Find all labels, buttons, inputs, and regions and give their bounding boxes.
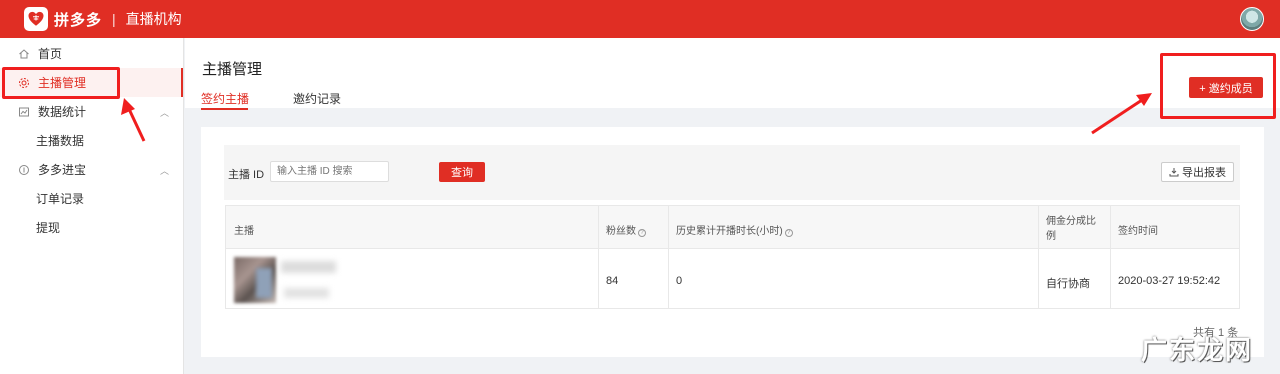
sidebar-item-label: 多多进宝 bbox=[38, 163, 87, 177]
user-avatar[interactable] bbox=[1240, 7, 1264, 31]
header-commission: 佣金分成比例 bbox=[1046, 216, 1096, 242]
chart-icon bbox=[18, 106, 30, 118]
help-icon[interactable]: ? bbox=[784, 229, 793, 237]
brand-subtitle: 直播机构 bbox=[125, 11, 182, 27]
help-icon[interactable]: ? bbox=[638, 229, 646, 237]
cell-fans: 84 bbox=[606, 275, 619, 287]
anchor-name-blurred bbox=[281, 261, 336, 273]
chevron-up-icon: ︿ bbox=[159, 166, 169, 176]
header-live-hours-label: 历史累计开播时长(小时) bbox=[676, 226, 783, 237]
sidebar-item-duoduo-jinbao[interactable]: 多多进宝 ︿ bbox=[0, 155, 183, 184]
coin-icon bbox=[18, 164, 30, 176]
top-bar: 拼多多 | 直播机构 bbox=[0, 0, 1280, 38]
sidebar-item-label: 数据统计 bbox=[38, 105, 87, 119]
sidebar-item-home[interactable]: 首页 bbox=[0, 39, 183, 68]
sidebar-item-anchor-data[interactable]: 主播数据 bbox=[0, 126, 183, 155]
column-divider bbox=[598, 206, 599, 308]
sidebar-item-statistics[interactable]: 数据统计 ︿ bbox=[0, 97, 183, 126]
sidebar-item-withdraw[interactable]: 提现 bbox=[0, 213, 183, 242]
chevron-up-icon: ︿ bbox=[159, 108, 169, 118]
sidebar-item-label: 提现 bbox=[36, 221, 61, 235]
header-live-hours: 历史累计开播时长(小时)? bbox=[676, 222, 793, 237]
sidebar-item-label: 订单记录 bbox=[36, 192, 85, 206]
tab-invite-records[interactable]: 邀约记录 bbox=[293, 90, 341, 107]
page-title: 主播管理 bbox=[202, 61, 263, 78]
highlight-box-sidebar bbox=[2, 67, 120, 99]
export-report-button[interactable]: 导出报表 bbox=[1161, 162, 1234, 182]
anchor-avatar-blurred bbox=[256, 268, 272, 298]
sidebar-item-label: 主播数据 bbox=[36, 134, 85, 148]
tab-signed-anchors[interactable]: 签约主播 bbox=[201, 90, 249, 107]
query-button[interactable]: 查询 bbox=[439, 162, 485, 182]
header-anchor: 主播 bbox=[234, 226, 254, 237]
brand-name: 拼多多 bbox=[54, 11, 103, 29]
export-report-label: 导出报表 bbox=[1182, 167, 1226, 179]
anchor-id-label: 主播 ID bbox=[228, 169, 265, 181]
sidebar-item-order-records[interactable]: 订单记录 bbox=[0, 184, 183, 213]
home-icon bbox=[18, 48, 30, 60]
main-header: 主播管理 签约主播 邀约记录 bbox=[185, 38, 1280, 110]
logo[interactable] bbox=[24, 7, 48, 31]
anchor-id-search-input[interactable] bbox=[270, 161, 389, 182]
anchor-id-blurred bbox=[284, 288, 329, 298]
cell-commission: 自行协商 bbox=[1046, 278, 1090, 290]
brand-separator: | bbox=[112, 11, 116, 27]
heart-logo-icon bbox=[28, 11, 44, 26]
download-icon bbox=[1169, 168, 1179, 177]
column-divider bbox=[1038, 206, 1039, 308]
column-divider bbox=[1110, 206, 1111, 308]
header-fans-label: 粉丝数 bbox=[606, 226, 636, 237]
cell-live-hours: 0 bbox=[676, 275, 683, 287]
header-signed-time: 签约时间 bbox=[1118, 226, 1158, 237]
column-divider bbox=[668, 206, 669, 308]
header-fans: 粉丝数? bbox=[606, 222, 646, 237]
anchor-table: 主播 粉丝数? 历史累计开播时长(小时)? 佣金分成比例 签约时间 84 0 自… bbox=[225, 205, 1240, 309]
cell-signed-time: 2020-03-27 19:52:42 bbox=[1118, 275, 1221, 287]
active-tab-indicator bbox=[201, 108, 248, 110]
highlight-box-invite bbox=[1160, 53, 1276, 119]
sidebar-item-label: 首页 bbox=[38, 47, 63, 61]
watermark: 广东龙网 bbox=[1141, 335, 1254, 365]
